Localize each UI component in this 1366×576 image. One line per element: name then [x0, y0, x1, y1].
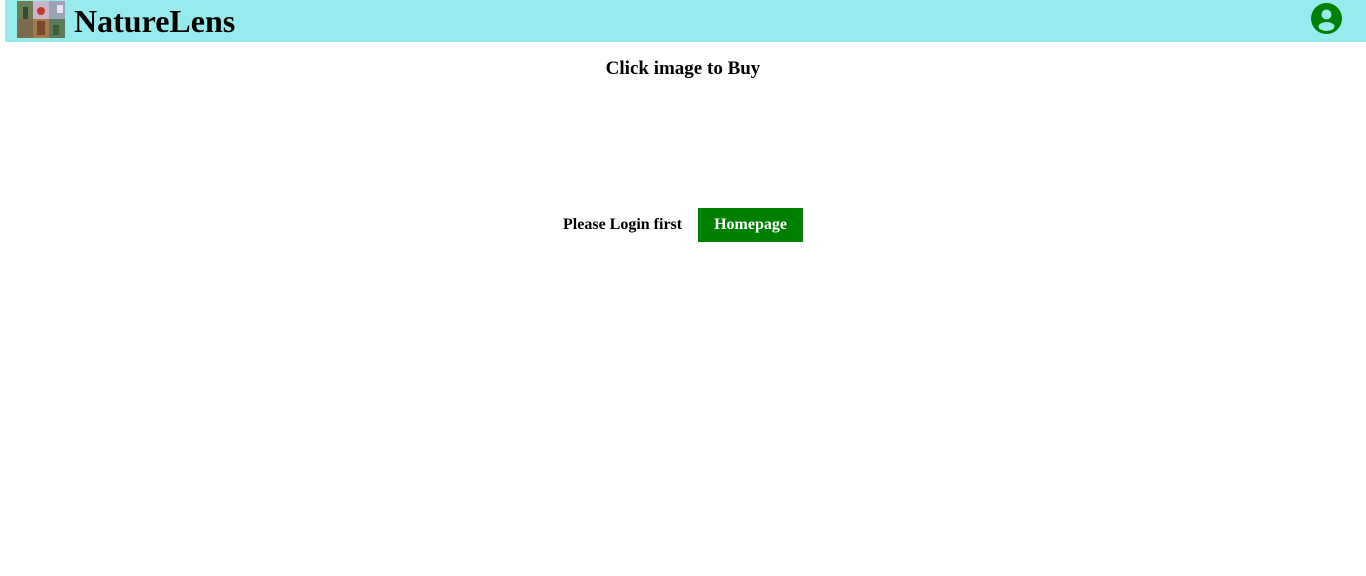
page-headline: Click image to Buy	[605, 58, 761, 79]
top-navbar: NatureLens	[5, 0, 1366, 42]
login-prompt: Please Login first Homepage	[0, 208, 1366, 242]
homepage-button[interactable]: Homepage	[698, 208, 803, 242]
brand-title[interactable]: NatureLens	[74, 2, 235, 40]
user-circle-icon[interactable]	[1311, 3, 1342, 34]
site-logo[interactable]	[17, 1, 65, 38]
login-message: Please Login first	[563, 216, 683, 233]
